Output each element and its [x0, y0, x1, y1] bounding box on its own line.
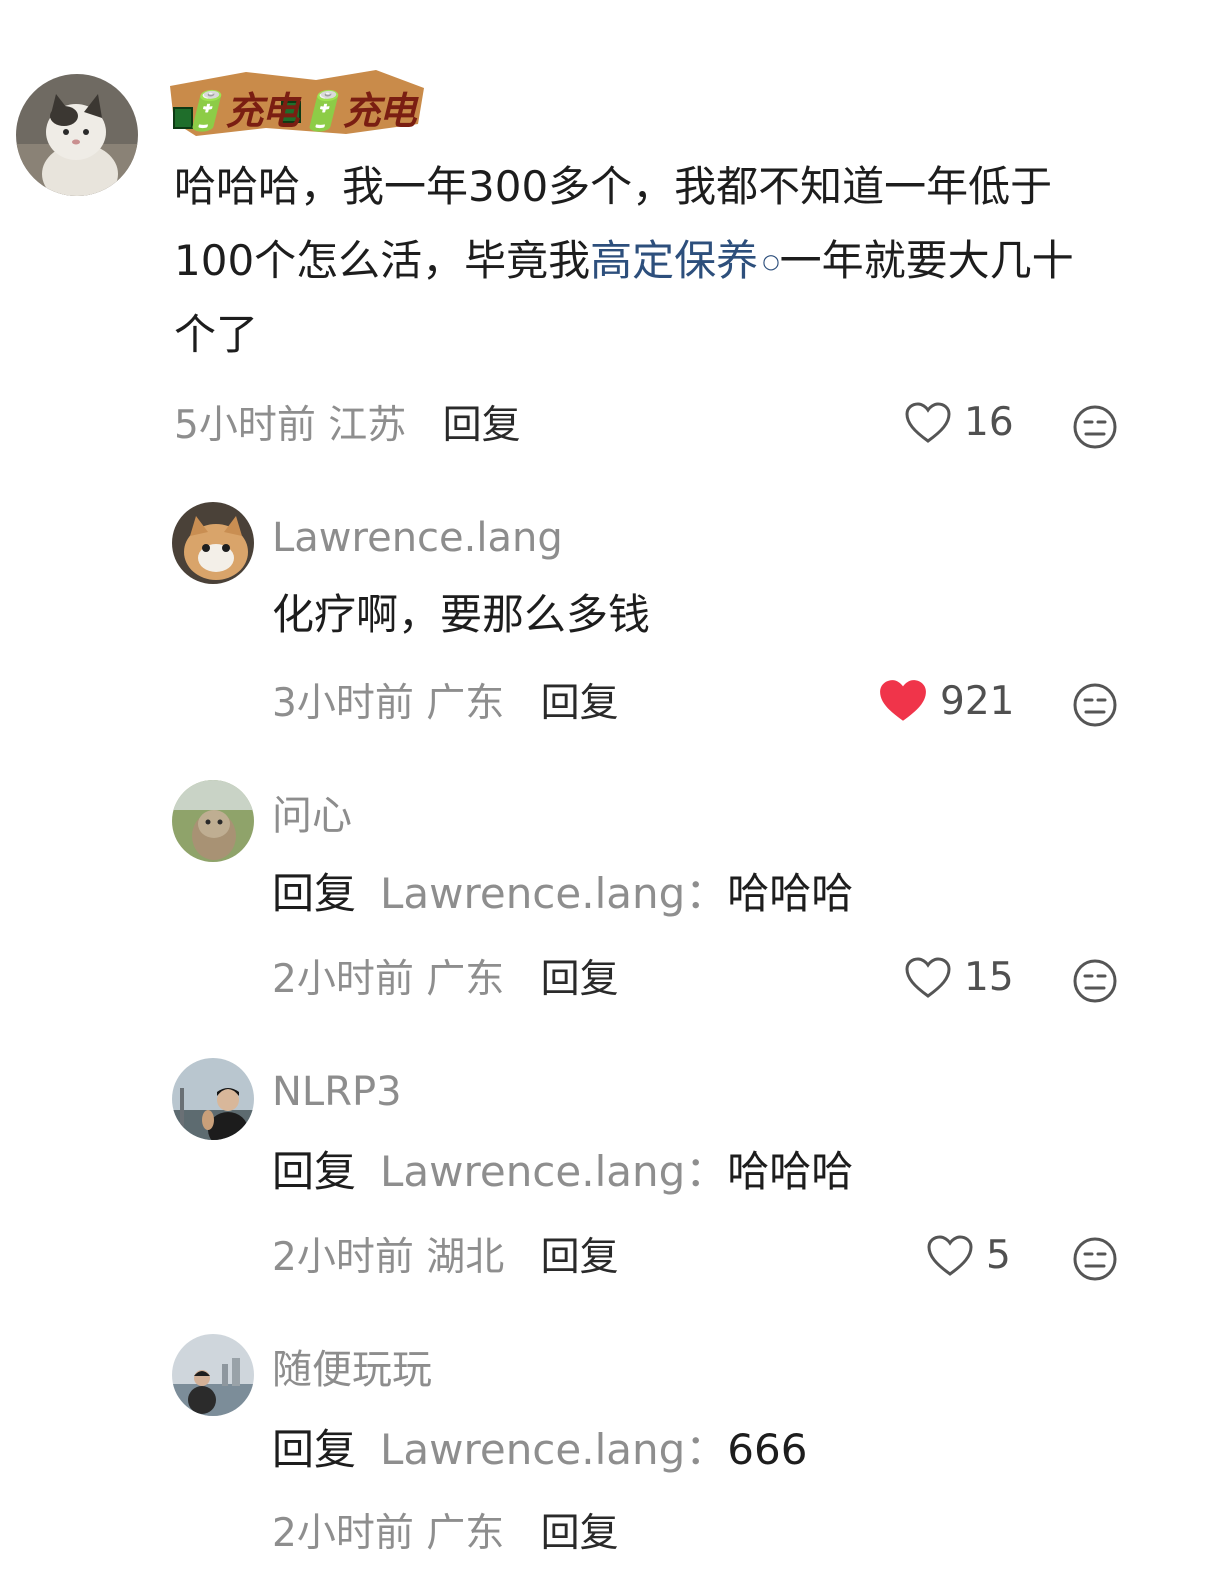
reply-button[interactable]: 回复	[541, 1511, 619, 1556]
reply-target-username[interactable]: Lawrence.lang：	[380, 1147, 727, 1196]
heart-outline-icon	[927, 1234, 973, 1276]
reply-meta: 2小时前 湖北 回复	[272, 1234, 619, 1282]
like-count: 5	[986, 1233, 1011, 1278]
avatar-reply-3[interactable]	[172, 1058, 254, 1140]
comment-time: 2小时前	[272, 957, 414, 1002]
avatar-reply-4[interactable]	[172, 1334, 254, 1416]
like-button[interactable]: 921	[878, 678, 1014, 724]
username[interactable]: 问心	[272, 792, 352, 840]
reply-meta: 2小时前 广东 回复	[272, 1510, 619, 1558]
comment-location: 广东	[426, 957, 505, 1002]
reply-text-line: 回复 Lawrence.lang：哈哈哈	[272, 864, 853, 924]
avatar-top-comment[interactable]	[16, 74, 138, 196]
meh-face-icon[interactable]	[1072, 404, 1118, 454]
heart-outline-icon	[905, 401, 951, 443]
reply-text: 化疗啊，要那么多钱	[272, 590, 651, 639]
comment-location: 广东	[426, 1511, 505, 1556]
reply-meta: 2小时前 广东 回复	[272, 956, 619, 1004]
comment-location: 江苏	[328, 403, 407, 448]
username-badge[interactable]: 🔋充电🔋充电	[166, 66, 428, 138]
comment-location: 湖北	[426, 1235, 505, 1280]
search-keyword-link-text: 高定保养	[590, 236, 759, 285]
reply-target-username[interactable]: Lawrence.lang：	[380, 869, 727, 918]
meh-face-icon[interactable]	[1072, 1236, 1118, 1286]
avatar-reply-1[interactable]	[172, 502, 254, 584]
comment-time: 3小时前	[272, 681, 414, 726]
reply-button[interactable]: 回复	[541, 681, 619, 726]
search-keyword-link[interactable]: 高定保养 ○	[590, 236, 779, 285]
reply-text-line: 回复 Lawrence.lang：哈哈哈	[272, 1142, 853, 1202]
reply-text: 666	[727, 1425, 808, 1474]
like-count: 15	[964, 955, 1014, 1000]
search-mini-icon: ○	[762, 249, 780, 273]
comment-time: 5小时前	[174, 403, 316, 448]
username[interactable]: NLRP3	[272, 1068, 402, 1116]
reply-button[interactable]: 回复	[541, 1235, 619, 1280]
like-button[interactable]: 15	[904, 955, 1014, 1000]
reply-prefix: 回复	[272, 869, 357, 918]
reply-text: 哈哈哈	[727, 869, 854, 918]
reply-prefix: 回复	[272, 1147, 357, 1196]
top-comment-text: 哈哈哈，我一年300多个，我都不知道一年低于100个怎么活，毕竟我高定保养 ○一年…	[174, 150, 1114, 372]
reply-meta: 3小时前 广东 回复	[272, 680, 619, 728]
heart-outline-icon	[905, 956, 951, 998]
heart-filled-icon	[880, 680, 926, 721]
username[interactable]: 随便玩玩	[272, 1346, 432, 1394]
avatar-reply-2[interactable]	[172, 780, 254, 862]
reply-button[interactable]: 回复	[541, 957, 619, 1002]
reply-text-line: 回复 Lawrence.lang：666	[272, 1420, 807, 1480]
reply-text: 哈哈哈	[727, 1147, 854, 1196]
meh-face-icon[interactable]	[1072, 682, 1118, 732]
username-badge-text: 🔋充电🔋充电	[180, 89, 417, 133]
reply-prefix: 回复	[272, 1425, 357, 1474]
reply-button[interactable]: 回复	[443, 403, 521, 448]
like-button[interactable]: 16	[904, 400, 1014, 445]
like-count: 921	[940, 678, 1015, 724]
reply-target-username[interactable]: Lawrence.lang：	[380, 1425, 727, 1474]
comment-time: 2小时前	[272, 1511, 414, 1556]
comment-location: 广东	[426, 681, 505, 726]
like-button[interactable]: 5	[926, 1233, 1011, 1278]
comment-time: 2小时前	[272, 1235, 414, 1280]
username[interactable]: Lawrence.lang	[272, 514, 563, 562]
like-count: 16	[964, 400, 1014, 445]
meh-face-icon[interactable]	[1072, 958, 1118, 1008]
top-comment-meta: 5小时前 江苏 回复	[174, 402, 521, 450]
